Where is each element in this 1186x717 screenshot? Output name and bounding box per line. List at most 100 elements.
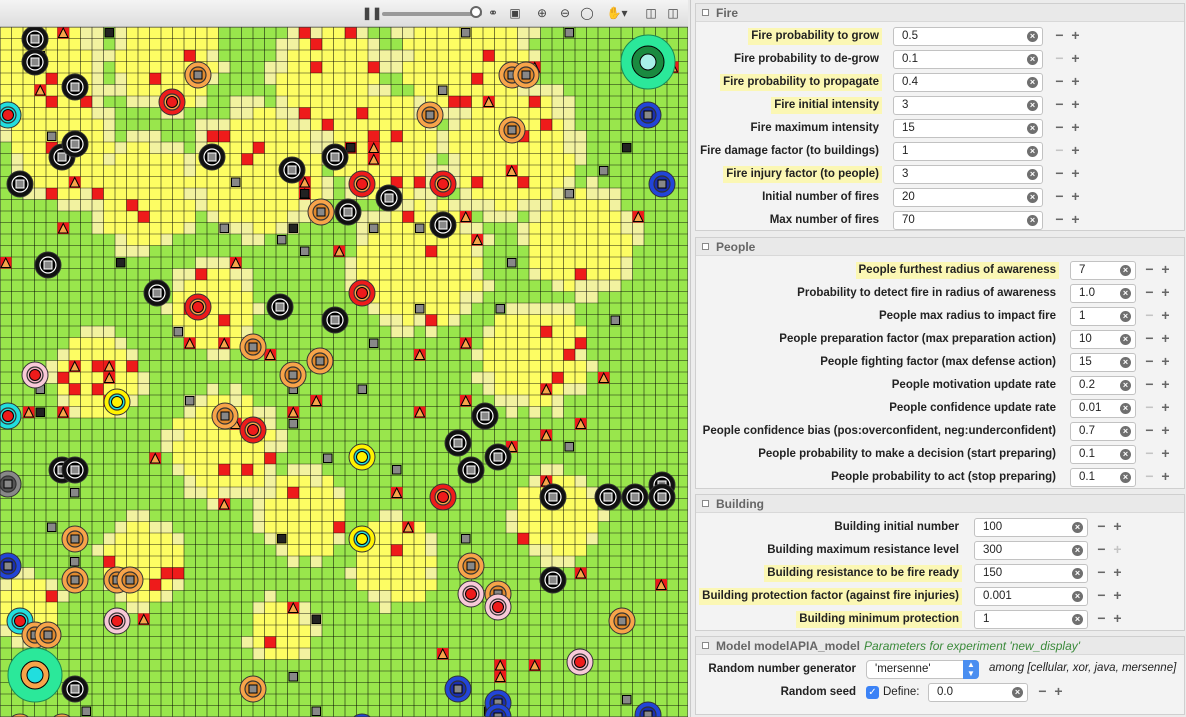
- clear-icon[interactable]: ×: [1120, 403, 1131, 414]
- collapse-icon[interactable]: [702, 9, 709, 16]
- fire-section-header[interactable]: Fire: [696, 4, 1184, 22]
- plus-icon[interactable]: +: [1068, 143, 1083, 158]
- collapse-icon[interactable]: [702, 243, 709, 250]
- minus-icon[interactable]: −: [1052, 166, 1067, 181]
- minus-icon[interactable]: −: [1142, 354, 1157, 369]
- minus-icon[interactable]: −: [1035, 684, 1050, 699]
- fire-param-input[interactable]: 0.5 ×: [893, 27, 1043, 46]
- plus-icon[interactable]: +: [1158, 285, 1173, 300]
- layout-icon[interactable]: ◫: [642, 4, 660, 22]
- people-param-input[interactable]: 0.1 ×: [1070, 468, 1136, 487]
- minus-icon[interactable]: −: [1094, 611, 1109, 626]
- clear-icon[interactable]: ×: [1120, 380, 1131, 391]
- hand-icon[interactable]: ✋▾: [605, 4, 629, 22]
- clear-icon[interactable]: ×: [1120, 426, 1131, 437]
- plus-icon[interactable]: +: [1158, 377, 1173, 392]
- seed-define-checkbox[interactable]: ✓: [866, 686, 879, 699]
- link-icon[interactable]: ⚭: [484, 4, 502, 22]
- zoom-out-icon[interactable]: ⊖: [556, 4, 574, 22]
- plus-icon[interactable]: +: [1068, 97, 1083, 112]
- clear-icon[interactable]: ×: [1072, 522, 1083, 533]
- plus-icon[interactable]: +: [1158, 446, 1173, 461]
- fire-param-input[interactable]: 3 ×: [893, 165, 1043, 184]
- fire-param-input[interactable]: 20 ×: [893, 188, 1043, 207]
- minus-icon[interactable]: −: [1094, 542, 1109, 557]
- people-param-input[interactable]: 7 ×: [1070, 261, 1136, 280]
- clear-icon[interactable]: ×: [1072, 545, 1083, 556]
- minus-icon[interactable]: −: [1052, 120, 1067, 135]
- clear-icon[interactable]: ×: [1027, 215, 1038, 226]
- zoom-in-icon[interactable]: ⊕: [533, 4, 551, 22]
- building-param-input[interactable]: 150 ×: [974, 564, 1088, 583]
- fire-param-input[interactable]: 15 ×: [893, 119, 1043, 138]
- plus-icon[interactable]: +: [1068, 51, 1083, 66]
- minus-icon[interactable]: −: [1052, 143, 1067, 158]
- camera-icon[interactable]: ▣: [506, 4, 524, 22]
- zoom-slider-knob[interactable]: [470, 6, 482, 18]
- minus-icon[interactable]: −: [1052, 97, 1067, 112]
- fire-param-input[interactable]: 1 ×: [893, 142, 1043, 161]
- clear-icon[interactable]: ×: [1027, 123, 1038, 134]
- people-param-input[interactable]: 1 ×: [1070, 307, 1136, 326]
- building-param-input[interactable]: 1 ×: [974, 610, 1088, 629]
- building-param-input[interactable]: 100 ×: [974, 518, 1088, 537]
- building-param-input[interactable]: 0.001 ×: [974, 587, 1088, 606]
- clear-icon[interactable]: ×: [1120, 334, 1131, 345]
- clear-icon[interactable]: ×: [1120, 288, 1131, 299]
- people-param-input[interactable]: 0.1 ×: [1070, 445, 1136, 464]
- clear-icon[interactable]: ×: [1027, 77, 1038, 88]
- minus-icon[interactable]: −: [1052, 28, 1067, 43]
- plus-icon[interactable]: +: [1110, 588, 1125, 603]
- people-param-input[interactable]: 10 ×: [1070, 330, 1136, 349]
- clear-icon[interactable]: ×: [1027, 192, 1038, 203]
- plus-icon[interactable]: +: [1110, 519, 1125, 534]
- fire-param-input[interactable]: 70 ×: [893, 211, 1043, 230]
- minus-icon[interactable]: −: [1094, 519, 1109, 534]
- minus-icon[interactable]: −: [1142, 331, 1157, 346]
- minus-icon[interactable]: −: [1142, 308, 1157, 323]
- clear-icon[interactable]: ×: [1120, 265, 1131, 276]
- minus-icon[interactable]: −: [1142, 446, 1157, 461]
- minus-icon[interactable]: −: [1142, 262, 1157, 277]
- plus-icon[interactable]: +: [1158, 423, 1173, 438]
- seed-input[interactable]: 0.0 ×: [928, 683, 1028, 702]
- plus-icon[interactable]: +: [1110, 611, 1125, 626]
- clear-icon[interactable]: ×: [1072, 614, 1083, 625]
- plus-icon[interactable]: +: [1158, 354, 1173, 369]
- fire-param-input[interactable]: 0.4 ×: [893, 73, 1043, 92]
- plus-icon[interactable]: +: [1110, 542, 1125, 557]
- people-param-input[interactable]: 1.0 ×: [1070, 284, 1136, 303]
- minus-icon[interactable]: −: [1052, 74, 1067, 89]
- simulation-map[interactable]: [0, 27, 688, 717]
- clear-icon[interactable]: ×: [1072, 591, 1083, 602]
- minus-icon[interactable]: −: [1052, 51, 1067, 66]
- plus-icon[interactable]: +: [1158, 331, 1173, 346]
- fire-param-input[interactable]: 0.1 ×: [893, 50, 1043, 69]
- minus-icon[interactable]: −: [1142, 285, 1157, 300]
- plus-icon[interactable]: +: [1068, 189, 1083, 204]
- pause-icon[interactable]: ❚❚: [362, 4, 382, 22]
- building-section-header[interactable]: Building: [696, 495, 1184, 513]
- plus-icon[interactable]: +: [1158, 400, 1173, 415]
- minus-icon[interactable]: −: [1052, 189, 1067, 204]
- minus-icon[interactable]: −: [1142, 469, 1157, 484]
- collapse-icon[interactable]: [702, 642, 709, 649]
- plus-icon[interactable]: +: [1068, 28, 1083, 43]
- plus-icon[interactable]: +: [1110, 565, 1125, 580]
- plus-icon[interactable]: +: [1158, 308, 1173, 323]
- collapse-icon[interactable]: [702, 500, 709, 507]
- clear-icon[interactable]: ×: [1120, 357, 1131, 368]
- clear-icon[interactable]: ×: [1072, 568, 1083, 579]
- clear-icon[interactable]: ×: [1120, 449, 1131, 460]
- plus-icon[interactable]: +: [1158, 262, 1173, 277]
- people-param-input[interactable]: 0.2 ×: [1070, 376, 1136, 395]
- plus-icon[interactable]: +: [1068, 74, 1083, 89]
- zoom-slider[interactable]: [382, 12, 482, 16]
- plus-icon[interactable]: +: [1051, 684, 1066, 699]
- clear-icon[interactable]: ×: [1027, 169, 1038, 180]
- clear-icon[interactable]: ×: [1120, 311, 1131, 322]
- plus-icon[interactable]: +: [1158, 469, 1173, 484]
- minus-icon[interactable]: −: [1142, 400, 1157, 415]
- model-section-header[interactable]: Model modelAPIA_model Parameters for expe…: [696, 637, 1184, 655]
- minus-icon[interactable]: −: [1094, 588, 1109, 603]
